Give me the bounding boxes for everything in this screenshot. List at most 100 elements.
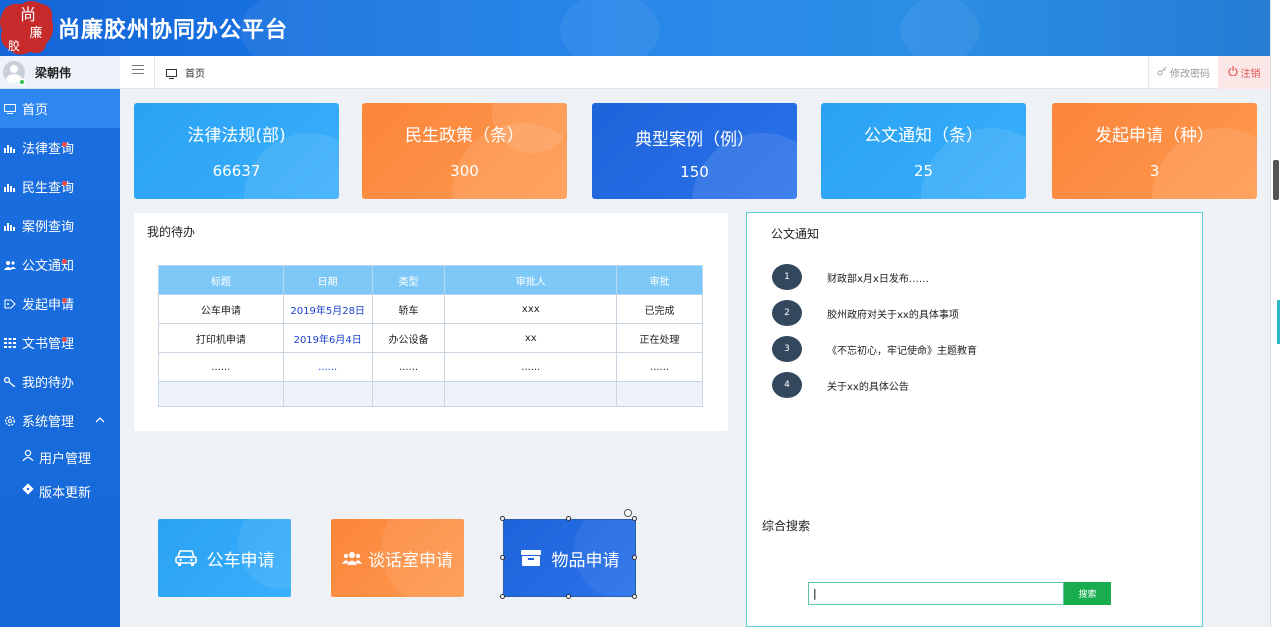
rotate-handle-icon[interactable] [624,509,632,517]
item-application-button[interactable]: 物品申请 [503,519,636,597]
resize-handle[interactable] [632,555,637,560]
scrollbar-thumb[interactable] [1273,160,1279,200]
resize-handle[interactable] [632,594,637,599]
resize-handle[interactable] [500,555,505,560]
user-profile[interactable]: 梁朝伟 [0,56,120,89]
stat-card-laws[interactable]: 法律法规(部) 66637 [134,103,339,199]
stat-label: 公文通知（条） [864,126,983,146]
notification-dot [62,181,67,186]
notice-item[interactable]: 2 胶州政府对关于xx的具体事项 [772,300,959,326]
stat-value: 3 [1149,162,1160,180]
sidebar-item-label: 版本更新 [39,485,92,501]
logout-label: 注销 [1240,69,1261,80]
table-row-empty [158,381,703,407]
notice-text: 关于xx的具体公告 [827,381,909,393]
breadcrumb-bar: 首页 修改密码 注销 [120,56,1270,89]
car-icon [174,549,197,567]
sidebar-item-apply[interactable]: 发起申请 [0,284,120,323]
power-icon [1227,66,1238,79]
column-header: 类型 [371,265,446,295]
stat-card-applications[interactable]: 发起申请（种） 3 [1052,103,1257,199]
sidebar-item-label: 民生查询 [22,181,75,196]
table-cell: 打印机申请 [158,323,284,353]
breadcrumb-current[interactable]: 首页 [185,65,205,80]
table-cell: 正在处理 [616,323,703,353]
todo-title: 我的待办 [147,225,196,239]
sidebar-item-label: 案例查询 [22,220,75,235]
todo-panel: 我的待办 标题 日期 类型 审批人 审批 公车申请 2019年5月28日 轿车 … [134,213,728,431]
sidebar: 梁朝伟 首页 法律查询 民生查询 案例查询 公文通知 发起申请 文书管理 我的待… [0,56,120,627]
gear-icon [3,414,17,428]
notice-text: 财政部x月x日发布…… [827,273,929,285]
column-header: 标题 [158,265,284,295]
notice-number-badge: 1 [772,264,802,290]
notice-item[interactable]: 3 《不忘初心，牢记使命》主题教育 [772,336,977,362]
chevron-up-icon[interactable] [95,415,105,426]
column-header: 日期 [282,265,373,295]
stat-value: 150 [680,163,709,181]
notification-dot [62,259,67,264]
notice-number-badge: 4 [772,372,802,398]
stat-label: 发起申请（种） [1095,126,1214,146]
header-wave-decoration [900,0,1270,56]
sidebar-item-doc-management[interactable]: 文书管理 [0,323,120,362]
change-password-button[interactable]: 修改密码 [1148,56,1218,89]
bubble-decoration [574,520,635,596]
svg-text:胶: 胶 [8,38,20,53]
breadcrumb: 首页 [166,65,205,80]
table-cell: ...... [158,352,284,382]
notice-number-badge: 2 [772,300,802,326]
table-cell: xx [444,323,618,353]
grid-icon [3,336,17,350]
notice-item[interactable]: 1 财政部x月x日发布…… [772,264,929,290]
logout-button[interactable]: 注销 [1218,56,1270,89]
notice-number-badge: 3 [772,336,802,362]
menu-toggle-icon[interactable] [132,65,144,77]
table-cell [158,381,284,407]
stat-value: 300 [450,162,479,180]
notice-panel: 公文通知 1 财政部x月x日发布…… 2 胶州政府对关于xx的具体事项 3 《不… [746,212,1203,627]
resize-handle[interactable] [566,594,571,599]
table-cell [282,381,373,407]
resize-handle[interactable] [566,516,571,521]
table-cell: ...... [282,352,373,382]
sidebar-item-livelihood-query[interactable]: 民生查询 [0,167,120,206]
table-cell: ...... [616,352,703,382]
sidebar-subitem-version-update[interactable]: 版本更新 [0,474,120,508]
bubble-decoration [381,519,464,597]
sidebar-item-label: 系统管理 [22,415,75,430]
stat-value: 25 [913,162,934,180]
column-header: 审批人 [444,265,618,295]
key-icon [3,375,17,389]
stat-card-livelihood[interactable]: 民生政策（条） 300 [362,103,567,199]
sidebar-item-system-management[interactable]: 系统管理 [0,401,120,440]
notification-dot [62,298,67,303]
vertical-scrollbar[interactable] [1270,0,1280,627]
stat-card-notices[interactable]: 公文通知（条） 25 [821,103,1026,199]
change-password-label: 修改密码 [1170,69,1210,80]
app-title: 尚廉胶州协同办公平台 [58,18,289,43]
sidebar-subitem-user-management[interactable]: 用户管理 [0,440,120,474]
sidebar-item-case-query[interactable]: 案例查询 [0,206,120,245]
search-button[interactable]: 搜索 [1064,582,1111,605]
sidebar-item-home[interactable]: 首页 [0,89,120,128]
stat-card-cases[interactable]: 典型案例（例） 150 [592,103,797,199]
table-row[interactable]: ...... ...... ...... ...... ...... [158,352,703,382]
resize-handle[interactable] [500,594,505,599]
search-input[interactable] [808,582,1064,605]
notice-item[interactable]: 4 关于xx的具体公告 [772,372,909,398]
car-application-button[interactable]: 公车申请 [158,519,291,597]
table-row[interactable]: 公车申请 2019年5月28日 轿车 xxx 已完成 [158,294,703,324]
resize-handle[interactable] [500,516,505,521]
sidebar-item-document-notice[interactable]: 公文通知 [0,245,120,284]
table-row[interactable]: 打印机申请 2019年6月4日 办公设备 xx 正在处理 [158,323,703,353]
resize-handle[interactable] [632,516,637,521]
table-cell: 已完成 [616,294,703,324]
sidebar-item-label: 文书管理 [22,337,75,352]
sidebar-item-label: 用户管理 [39,451,92,467]
svg-text:廉: 廉 [29,25,42,41]
sidebar-item-law-query[interactable]: 法律查询 [0,128,120,167]
sidebar-item-label: 公文通知 [22,259,75,274]
sidebar-item-my-todo[interactable]: 我的待办 [0,362,120,401]
meeting-room-application-button[interactable]: 谈话室申请 [331,519,464,597]
